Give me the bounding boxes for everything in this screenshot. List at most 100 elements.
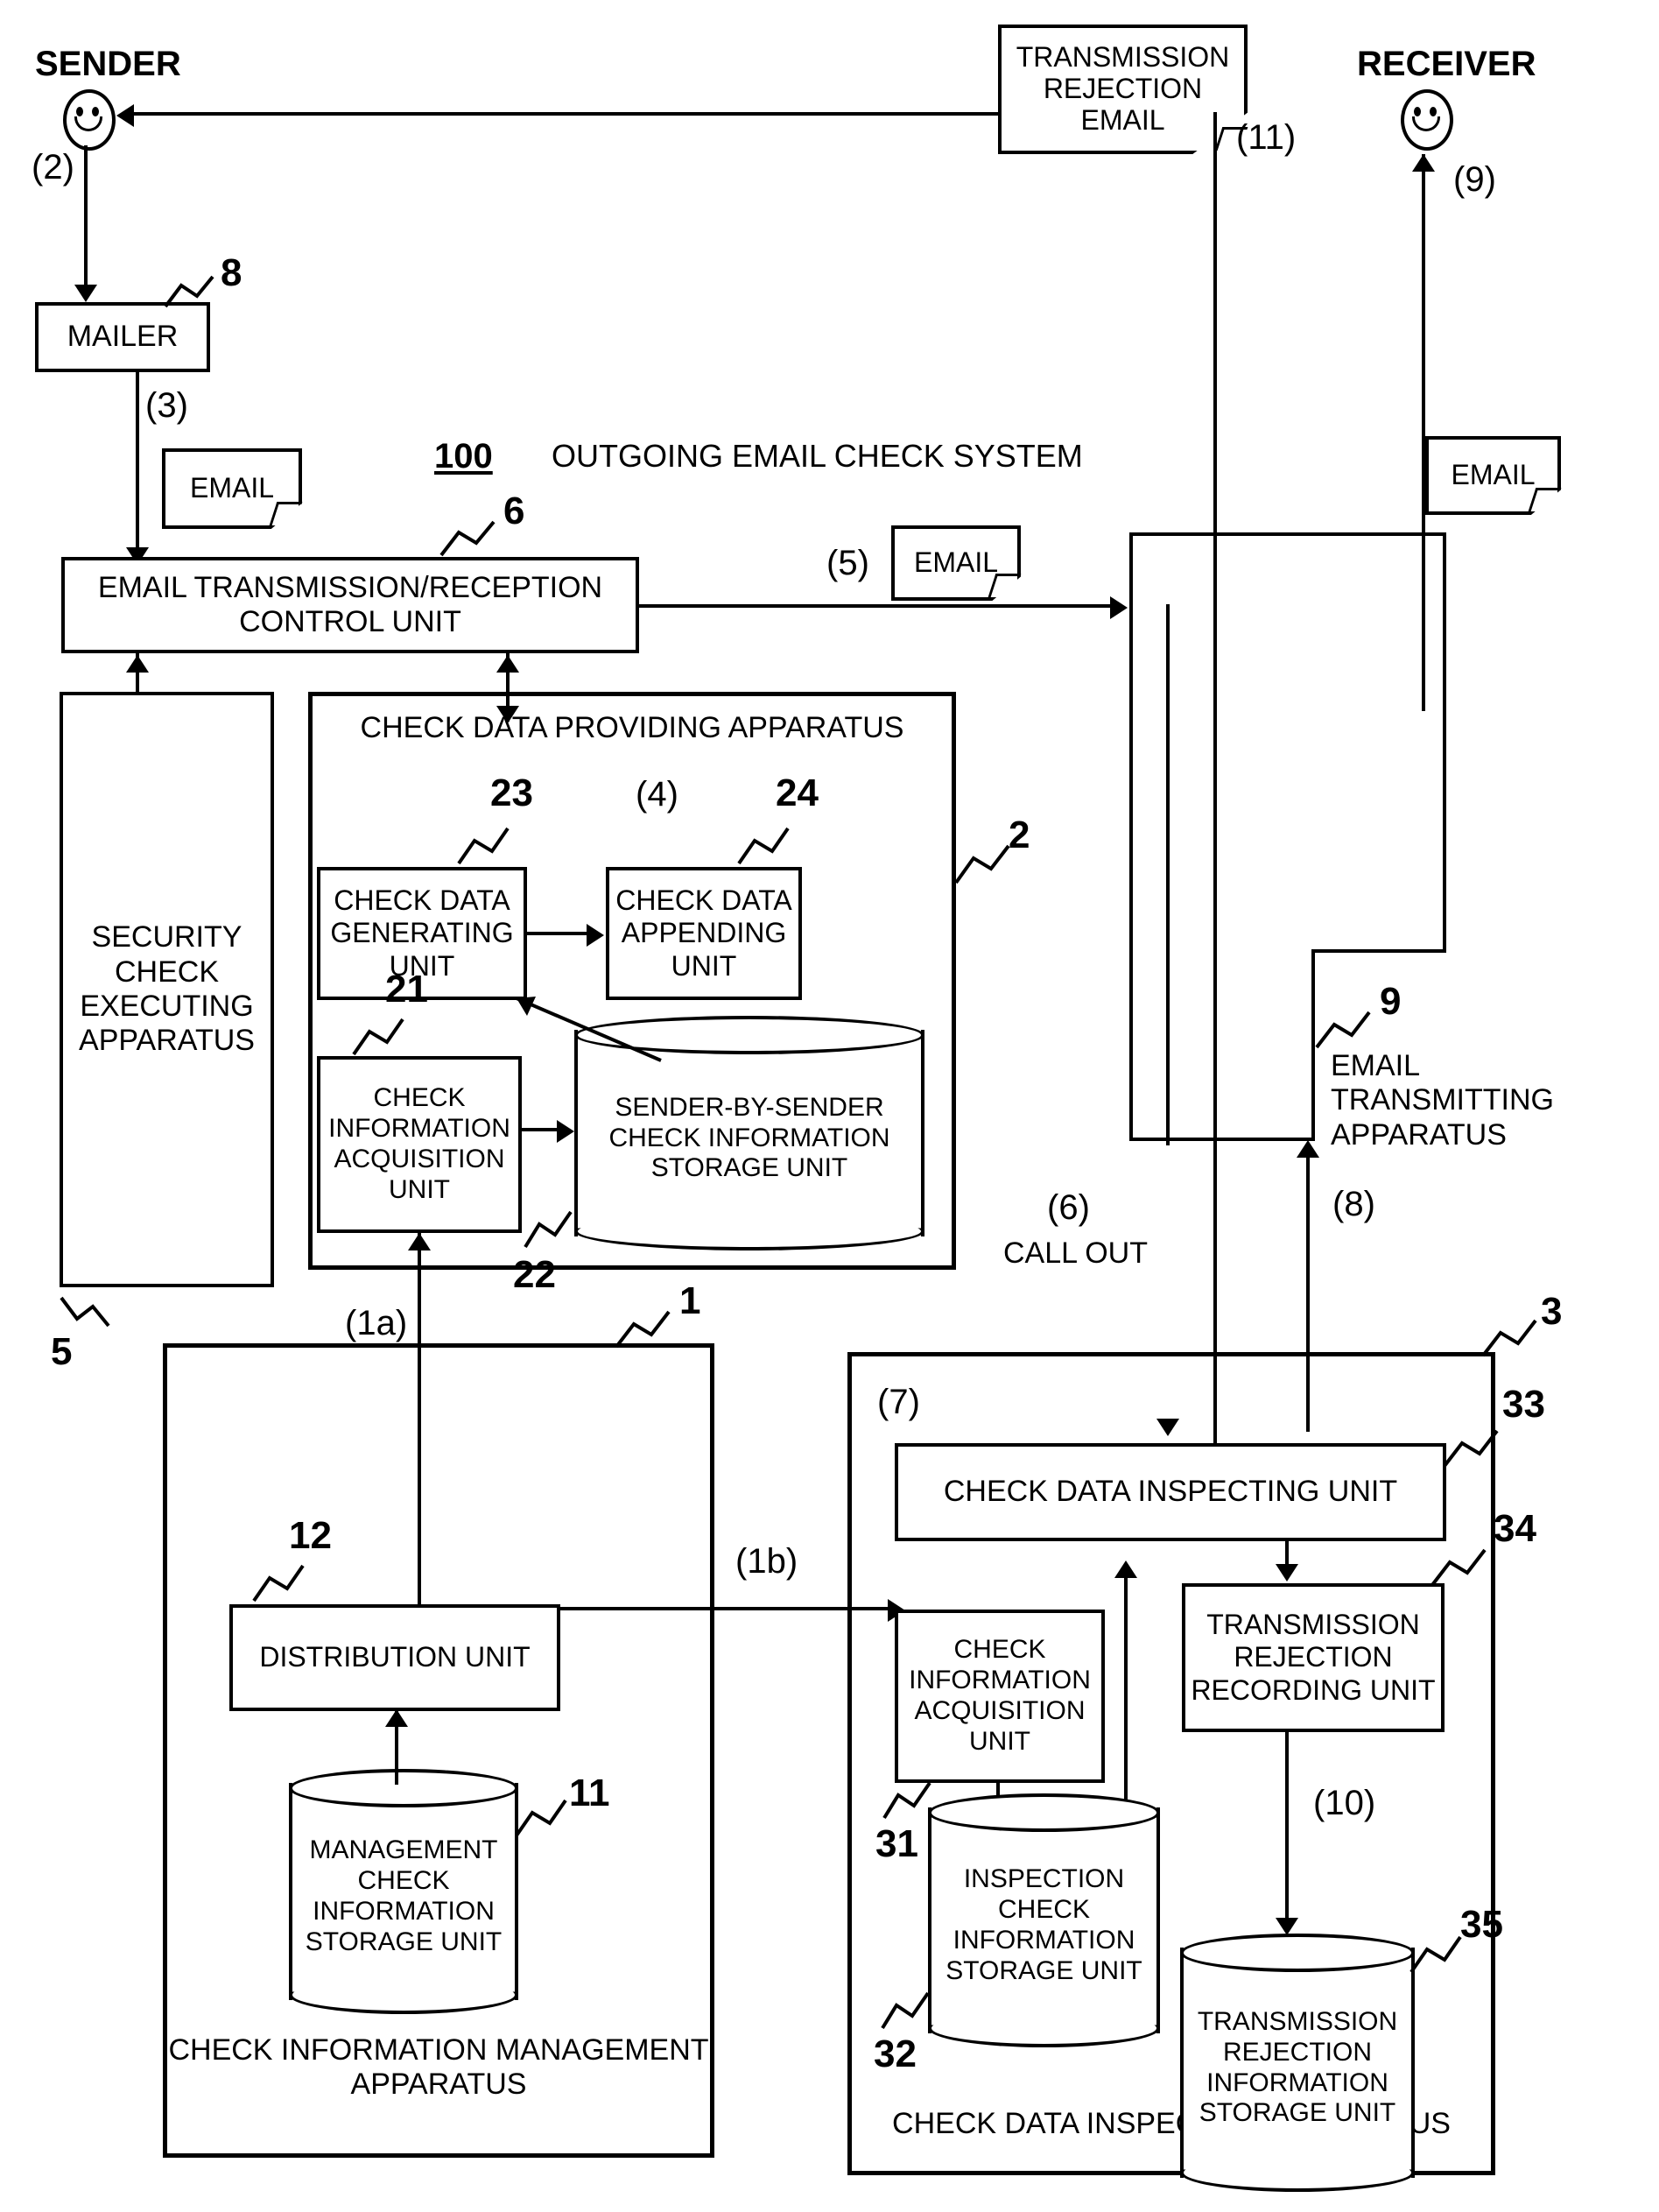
arrowhead-10 (1276, 1918, 1298, 1935)
arrowhead-storage11-to-distribution12 (385, 1709, 408, 1727)
email-control-unit-box[interactable]: EMAIL TRANSMISSION/RECEPTION CONTROL UNI… (61, 557, 639, 653)
distribution-unit-label: DISTRIBUTION UNIT (259, 1641, 531, 1673)
line-1b-distribution-to-acq31 (560, 1607, 891, 1610)
ref-12: 12 (289, 1514, 332, 1557)
sender-mouth (74, 116, 102, 131)
email-note-5: EMAIL (891, 525, 1022, 601)
check-info-acquisition-unit-31-label: CHECK INFORMATION ACQUISITION UNIT (909, 1635, 1091, 1756)
lead-line-12 (252, 1564, 305, 1603)
step-2-label: (2) (32, 148, 74, 187)
step-7-label: (7) (877, 1383, 920, 1421)
mailer-box[interactable]: MAILER (35, 302, 210, 372)
check-data-appending-unit-box[interactable]: CHECK DATA APPENDING UNIT (606, 867, 802, 1000)
step-9-label: (9) (1453, 160, 1496, 199)
ref-8: 8 (221, 251, 243, 294)
ref-23: 23 (490, 771, 533, 814)
line-control-to-transmitting (639, 604, 1114, 608)
sender-by-sender-storage-label: SENDER-BY-SENDER CHECK INFORMATION STORA… (608, 1092, 890, 1183)
arrowhead-rejection-to-sender (116, 104, 134, 127)
arrowhead-9-to-receiver (1412, 154, 1435, 172)
step-8-label: (8) (1332, 1185, 1375, 1223)
receiver-eye-left (1414, 107, 1421, 116)
security-check-apparatus-box[interactable]: SECURITY CHECK EXECUTING APPARATUS (60, 692, 274, 1287)
step-1b-label: (1b) (735, 1542, 798, 1581)
ref-21: 21 (385, 968, 428, 1011)
lead-line-23 (457, 827, 510, 865)
lead-line-2 (954, 844, 1010, 884)
step-5-label: (5) (826, 544, 869, 582)
line-9-to-receiver (1422, 154, 1425, 711)
distribution-unit-box[interactable]: DISTRIBUTION UNIT (229, 1604, 560, 1711)
arrowhead-acq21-to-storage22 (557, 1120, 574, 1143)
transmission-rejection-email-note: TRANSMISSION REJECTION EMAIL (998, 25, 1248, 154)
transmission-rejection-email-note-label: TRANSMISSION REJECTION EMAIL (1016, 41, 1230, 136)
line-storage22-to-generating23 (516, 997, 662, 1062)
ref-5: 5 (51, 1330, 73, 1373)
system-number: 100 (434, 437, 493, 476)
system-title: OUTGOING EMAIL CHECK SYSTEM (552, 438, 1083, 474)
transmission-rejection-recording-unit-label: TRANSMISSION REJECTION RECORDING UNIT (1191, 1609, 1436, 1706)
email-transmitting-apparatus-label: EMAIL TRANSMITTING APPARATUS (1331, 1049, 1554, 1152)
transmission-rejection-info-storage-cylinder[interactable]: TRANSMISSION REJECTION INFORMATION STORA… (1180, 1934, 1415, 2192)
line-sender-to-mailer (84, 145, 88, 294)
check-info-acquisition-unit-21-label: CHECK INFORMATION ACQUISITION UNIT (328, 1083, 510, 1204)
management-check-info-storage-cylinder[interactable]: MANAGEMENT CHECK INFORMATION STORAGE UNI… (289, 1769, 518, 2014)
ref-32: 32 (874, 2032, 917, 2075)
lead-line-5 (60, 1296, 110, 1328)
ref-24: 24 (776, 771, 819, 814)
step-1a-label: (1a) (345, 1304, 408, 1342)
transmission-rejection-recording-unit-box[interactable]: TRANSMISSION REJECTION RECORDING UNIT (1182, 1583, 1445, 1732)
check-data-appending-unit-label: CHECK DATA APPENDING UNIT (615, 884, 792, 982)
line-mailer-to-control (136, 372, 139, 558)
ref-9: 9 (1380, 980, 1402, 1023)
security-check-apparatus-label: SECURITY CHECK EXECUTING APPARATUS (79, 920, 255, 1058)
ref-6: 6 (503, 490, 525, 532)
sender-label: SENDER (35, 45, 181, 83)
step-3-label: (3) (145, 386, 188, 425)
line-10-recording34-to-storage35 (1285, 1732, 1289, 1927)
email-note-3: EMAIL (162, 448, 303, 529)
receiver-label: RECEIVER (1357, 45, 1536, 83)
step-4-label: (4) (636, 775, 678, 814)
transmitting-left-edge (1129, 532, 1133, 1141)
mailer-label: MAILER (67, 320, 179, 354)
check-info-acquisition-unit-21-box[interactable]: CHECK INFORMATION ACQUISITION UNIT (317, 1056, 522, 1233)
ref-31: 31 (875, 1822, 918, 1865)
step-10-label: (10) (1313, 1784, 1376, 1822)
ref-3: 3 (1541, 1290, 1563, 1333)
patent-figure-canvas: SENDER (2) MAILER 8 (3) EMAIL 100 OUTGOI… (0, 0, 1659, 2212)
transmitting-right-upper-edge (1443, 532, 1446, 953)
arrowhead-storage32-to-inspecting33 (1114, 1560, 1137, 1578)
management-check-info-storage-label: MANAGEMENT CHECK INFORMATION STORAGE UNI… (305, 1835, 503, 1956)
arrowhead-1a-to-acq21 (408, 1233, 431, 1250)
sender-avatar (63, 89, 116, 151)
arrowhead-control-up-right (496, 655, 519, 673)
sender-eye-right (92, 107, 99, 116)
check-data-inspecting-unit-label: CHECK DATA INSPECTING UNIT (943, 1475, 1398, 1509)
ref-2: 2 (1009, 814, 1030, 856)
lead-line-21 (352, 1018, 404, 1056)
check-info-management-apparatus-label: CHECK INFORMATION MANAGEMENT APPARATUS (168, 2033, 709, 2102)
line-inspecting33-to-recording34 (1285, 1541, 1289, 1566)
transmitting-inner-line (1166, 604, 1170, 1145)
ref-11: 11 (569, 1772, 610, 1814)
ref-33: 33 (1502, 1383, 1545, 1426)
receiver-eye-right (1430, 107, 1437, 116)
transmitting-top-edge (1129, 532, 1446, 536)
ref-34: 34 (1494, 1507, 1536, 1550)
check-info-acquisition-unit-31-box[interactable]: CHECK INFORMATION ACQUISITION UNIT (895, 1610, 1105, 1783)
receiver-mouth (1412, 116, 1440, 131)
line-generating-to-appending (527, 932, 590, 935)
receiver-avatar (1401, 89, 1453, 151)
step-6-note: CALL OUT (1003, 1236, 1149, 1270)
lead-line-24 (737, 827, 790, 865)
ref-1: 1 (679, 1279, 701, 1322)
email-note-9: EMAIL (1425, 436, 1562, 515)
line-11-vertical (1213, 112, 1217, 1448)
arrowhead-sender-to-mailer (74, 285, 97, 302)
sender-eye-left (76, 107, 83, 116)
ref-35: 35 (1460, 1903, 1503, 1946)
step-6-label: (6) (1047, 1188, 1090, 1227)
check-data-inspecting-unit-box[interactable]: CHECK DATA INSPECTING UNIT (895, 1443, 1446, 1541)
transmitting-step-edge (1311, 949, 1446, 953)
